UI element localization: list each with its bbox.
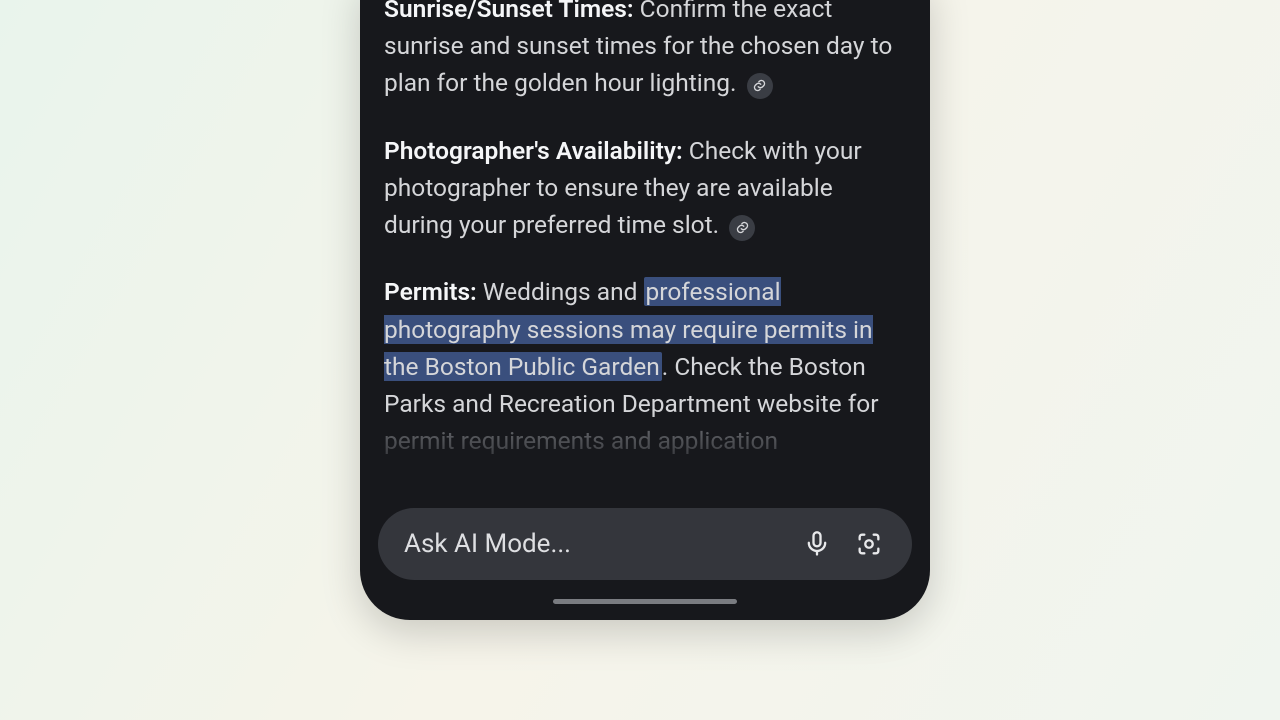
phone-frame: Sunrise/Sunset Times: Confirm the exact … [360,0,930,620]
item-body-fading: permit requirements and application [384,426,778,455]
item-label: Permits: [384,277,477,306]
link-icon[interactable] [747,73,773,99]
answer-item-photographer: Photographer's Availability: Check with … [384,132,906,244]
home-indicator[interactable] [553,599,737,604]
item-label: Photographer's Availability: [384,136,683,165]
ask-input-bar[interactable]: Ask AI Mode... [378,508,912,580]
stage-background: Sunrise/Sunset Times: Confirm the exact … [0,0,1280,720]
answer-item-sunrise: Sunrise/Sunset Times: Confirm the exact … [384,0,906,102]
mic-icon[interactable] [794,521,840,567]
ai-answer-content: Sunrise/Sunset Times: Confirm the exact … [384,0,906,470]
lens-icon[interactable] [846,521,892,567]
answer-item-permits: Permits: Weddings and professional photo… [384,273,906,459]
link-icon[interactable] [729,215,755,241]
item-label: Sunrise/Sunset Times: [384,0,634,23]
ask-input-placeholder: Ask AI Mode... [404,529,788,559]
item-body-pre: Weddings and [477,277,644,306]
